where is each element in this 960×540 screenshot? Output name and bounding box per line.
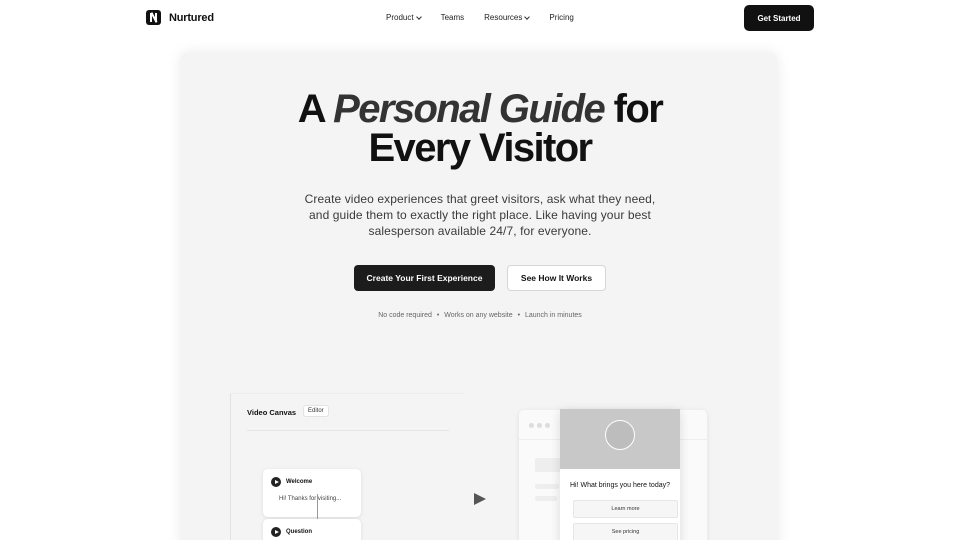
bullet-separator: • (436, 312, 440, 319)
arrow-right-icon (474, 493, 486, 505)
learn-more-option[interactable]: Learn more (573, 500, 678, 518)
hero-subtitle: Create video experiences that greet visi… (304, 192, 656, 238)
hero-headline: A Personal Guide for Every Visitor (0, 87, 960, 170)
bullet-item: Launch in minutes (524, 312, 582, 319)
placeholder-block (535, 458, 561, 472)
create-experience-button[interactable]: Create Your First Experience (354, 265, 495, 291)
play-icon (271, 477, 281, 487)
flow-node-welcome[interactable]: Welcome Hi! Thanks for visiting... (263, 469, 361, 517)
chevron-down-icon (415, 13, 422, 20)
headline-emphasis: Personal Guide (333, 87, 606, 131)
node-header: Welcome (271, 477, 312, 487)
brand-logo[interactable]: Nurtured (146, 10, 214, 25)
nav-item-label: Teams (440, 13, 465, 22)
avatar (605, 420, 635, 450)
nav-item-label: Pricing (549, 13, 574, 22)
nav-item-label: Resources (484, 13, 523, 22)
window-dot-icon (537, 423, 542, 428)
widget-video[interactable] (560, 409, 680, 469)
nav-item-label: Product (386, 13, 414, 22)
feature-bullets: No code required • Works on any website … (0, 312, 960, 319)
node-body: Hi! Thanks for visiting... (279, 496, 342, 502)
bullet-separator: • (517, 312, 521, 319)
editor-tag: Editor (303, 405, 329, 417)
get-started-button[interactable]: Get Started (744, 5, 814, 31)
widget-question: Hi! What brings you here today? (570, 482, 670, 489)
video-canvas-preview: Video Canvas Editor Welcome Hi! Thanks f… (230, 393, 464, 540)
headline-part: A (297, 87, 325, 131)
window-dot-icon (529, 423, 534, 428)
node-title: Welcome (286, 479, 313, 485)
placeholder-line (535, 484, 559, 489)
see-pricing-option[interactable]: See pricing (573, 523, 678, 540)
chevron-down-icon (524, 13, 531, 20)
canvas-title: Video Canvas (247, 408, 297, 417)
nav-item-teams[interactable]: Teams (441, 13, 465, 22)
brand-name: Nurtured (169, 11, 214, 24)
n-logo-icon (146, 10, 161, 25)
see-how-it-works-button[interactable]: See How It Works (507, 265, 606, 291)
placeholder-line (535, 496, 557, 501)
node-header: Question (271, 527, 312, 537)
site-header: Nurtured Product Teams Resources Pricing… (0, 0, 960, 36)
bullet-item: No code required (378, 312, 432, 319)
play-icon (271, 527, 281, 537)
divider (247, 430, 449, 431)
video-widget: Hi! What brings you here today? Learn mo… (560, 409, 680, 540)
headline-part: for (613, 87, 664, 131)
window-dot-icon (545, 423, 550, 428)
nav-item-resources[interactable]: Resources (484, 13, 531, 22)
main-nav: Product Teams Resources Pricing (386, 13, 594, 22)
node-title: Question (286, 529, 313, 535)
flow-node-question[interactable]: Question (263, 519, 361, 540)
nav-item-pricing[interactable]: Pricing (549, 13, 573, 22)
bullet-item: Works on any website (444, 312, 513, 319)
headline-line2: Every Visitor (368, 126, 593, 170)
nav-item-product[interactable]: Product (386, 13, 422, 22)
